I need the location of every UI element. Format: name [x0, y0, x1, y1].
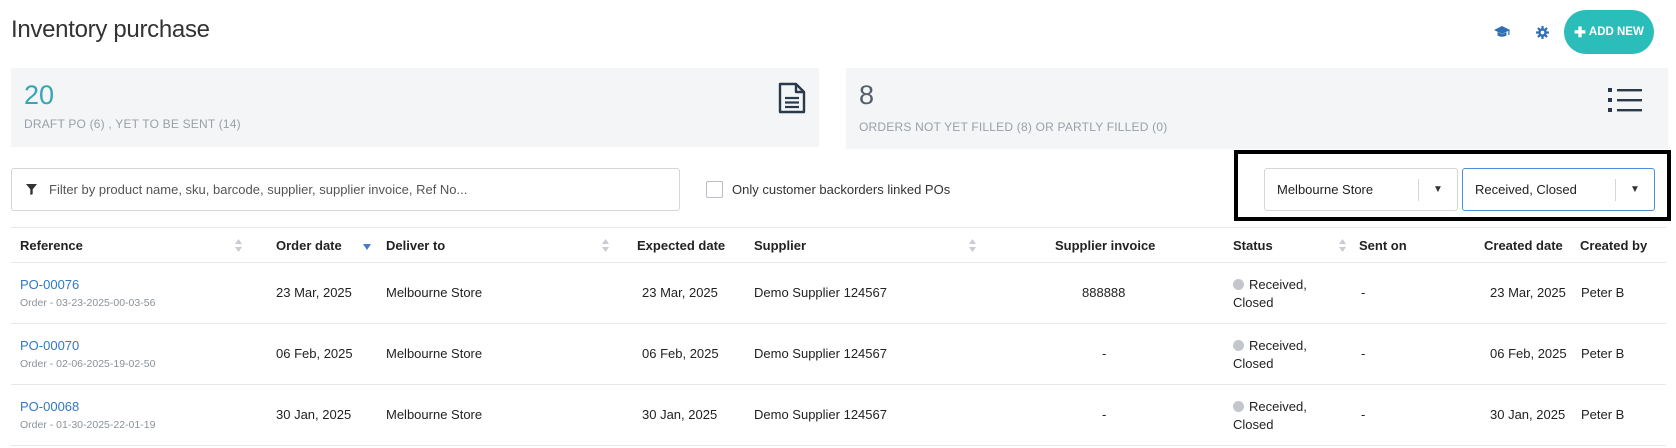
supplier-invoice-cell: 888888	[1082, 285, 1126, 300]
status-text: Closed	[1233, 295, 1274, 310]
caret-down-icon[interactable]: ▼	[1616, 184, 1654, 195]
order-date-cell: 06 Feb, 2025	[276, 346, 353, 361]
store-select-value: Melbourne Store	[1277, 182, 1374, 197]
col-supplier[interactable]: Supplier	[754, 238, 806, 253]
sent-on-cell: -	[1361, 346, 1366, 361]
document-icon	[778, 82, 806, 114]
status-select[interactable]: Received, Closed ▼	[1462, 168, 1655, 211]
supplier-cell: Demo Supplier 124567	[754, 346, 887, 361]
sort-desc-icon[interactable]	[363, 244, 371, 250]
col-sent-on[interactable]: Sent on	[1359, 238, 1407, 253]
status-dot	[1233, 401, 1244, 412]
draft-po-card[interactable]: 20 DRAFT PO (6) , YET TO BE SENT (14)	[11, 68, 819, 147]
created-by-cell: Peter B	[1581, 346, 1625, 361]
col-deliver-to[interactable]: Deliver to	[386, 238, 445, 253]
col-created-by[interactable]: Created by	[1580, 238, 1647, 253]
status-select-value: Received, Closed	[1475, 182, 1577, 197]
created-date-cell: 30 Jan, 2025	[1490, 407, 1566, 422]
caret-down-icon[interactable]: ▼	[1419, 184, 1457, 195]
add-new-label: ADD NEW	[1588, 26, 1644, 38]
order-date-cell: 23 Mar, 2025	[276, 285, 352, 300]
status-text: Received,	[1249, 338, 1307, 353]
table-row[interactable]: PO-00070 Order - 02-06-2025-19-02-50 06 …	[11, 324, 1666, 385]
expected-date-cell: 23 Mar, 2025	[642, 285, 718, 300]
backorders-checkbox[interactable]	[706, 181, 723, 198]
reference-link[interactable]: PO-00068	[20, 399, 79, 414]
order-date-cell: 30 Jan, 2025	[276, 407, 352, 422]
status-cell: Received, Closed	[1233, 337, 1307, 373]
plus-icon: ✚	[1574, 24, 1586, 40]
gear-icon[interactable]	[1536, 26, 1549, 39]
sort-icon[interactable]	[969, 239, 976, 252]
reference-link[interactable]: PO-00070	[20, 338, 79, 353]
add-new-button[interactable]: ✚ ADD NEW	[1564, 10, 1654, 54]
reference-subtext: Order - 01-30-2025-22-01-19	[20, 419, 156, 431]
sort-icon[interactable]	[235, 239, 242, 252]
col-supplier-invoice[interactable]: Supplier invoice	[1055, 238, 1155, 253]
list-icon	[1608, 88, 1642, 112]
created-by-cell: Peter B	[1581, 285, 1625, 300]
sent-on-cell: -	[1361, 285, 1366, 300]
created-by-cell: Peter B	[1581, 407, 1625, 422]
funnel-icon	[26, 184, 37, 195]
created-date-cell: 06 Feb, 2025	[1490, 346, 1567, 361]
created-date-cell: 23 Mar, 2025	[1490, 285, 1566, 300]
col-expected-date[interactable]: Expected date	[637, 238, 725, 253]
col-order-date[interactable]: Order date	[276, 238, 342, 253]
deliver-to-cell: Melbourne Store	[386, 346, 483, 361]
filter-input[interactable]	[49, 182, 679, 197]
status-text: Received,	[1249, 277, 1307, 292]
table-row[interactable]: PO-00076 Order - 03-23-2025-00-03-56 23 …	[11, 263, 1666, 324]
supplier-cell: Demo Supplier 124567	[754, 285, 887, 300]
unfilled-orders-card[interactable]: 8 ORDERS NOT YET FILLED (8) OR PARTLY FI…	[846, 68, 1668, 149]
sent-on-cell: -	[1361, 407, 1366, 422]
col-created-date[interactable]: Created date	[1484, 238, 1563, 253]
expected-date-cell: 30 Jan, 2025	[642, 407, 718, 422]
deliver-to-cell: Melbourne Store	[386, 285, 483, 300]
supplier-invoice-cell: -	[1102, 346, 1107, 361]
supplier-invoice-cell: -	[1102, 407, 1107, 422]
store-select[interactable]: Melbourne Store ▼	[1264, 168, 1458, 211]
expected-date-cell: 06 Feb, 2025	[642, 346, 719, 361]
status-text: Closed	[1233, 356, 1274, 371]
reference-subtext: Order - 02-06-2025-19-02-50	[20, 358, 156, 370]
backorders-label: Only customer backorders linked POs	[732, 182, 951, 197]
draft-po-label: DRAFT PO (6) , YET TO BE SENT (14)	[24, 117, 241, 131]
draft-po-count: 20	[24, 80, 55, 110]
filter-box[interactable]	[11, 168, 680, 211]
status-text: Closed	[1233, 417, 1274, 432]
unfilled-orders-count: 8	[859, 80, 875, 110]
status-text: Received,	[1249, 399, 1307, 414]
backorders-filter[interactable]: Only customer backorders linked POs	[706, 181, 950, 198]
status-cell: Received, Closed	[1233, 276, 1307, 312]
status-dot	[1233, 279, 1244, 290]
deliver-to-cell: Melbourne Store	[386, 407, 483, 422]
reference-link[interactable]: PO-00076	[20, 277, 79, 292]
sort-icon[interactable]	[602, 239, 609, 252]
table-row[interactable]: PO-00068 Order - 01-30-2025-22-01-19 30 …	[11, 385, 1666, 446]
status-dot	[1233, 340, 1244, 351]
supplier-cell: Demo Supplier 124567	[754, 407, 887, 422]
page-title: Inventory purchase	[11, 16, 210, 43]
table-header: Reference Order date Deliver to Expected…	[11, 227, 1666, 263]
unfilled-orders-label: ORDERS NOT YET FILLED (8) OR PARTLY FILL…	[859, 120, 1168, 134]
col-reference[interactable]: Reference	[20, 238, 83, 253]
col-status[interactable]: Status	[1233, 238, 1273, 253]
status-cell: Received, Closed	[1233, 398, 1307, 434]
reference-subtext: Order - 03-23-2025-00-03-56	[20, 297, 156, 309]
sort-icon[interactable]	[1339, 239, 1346, 252]
graduation-cap-icon[interactable]	[1494, 25, 1510, 39]
